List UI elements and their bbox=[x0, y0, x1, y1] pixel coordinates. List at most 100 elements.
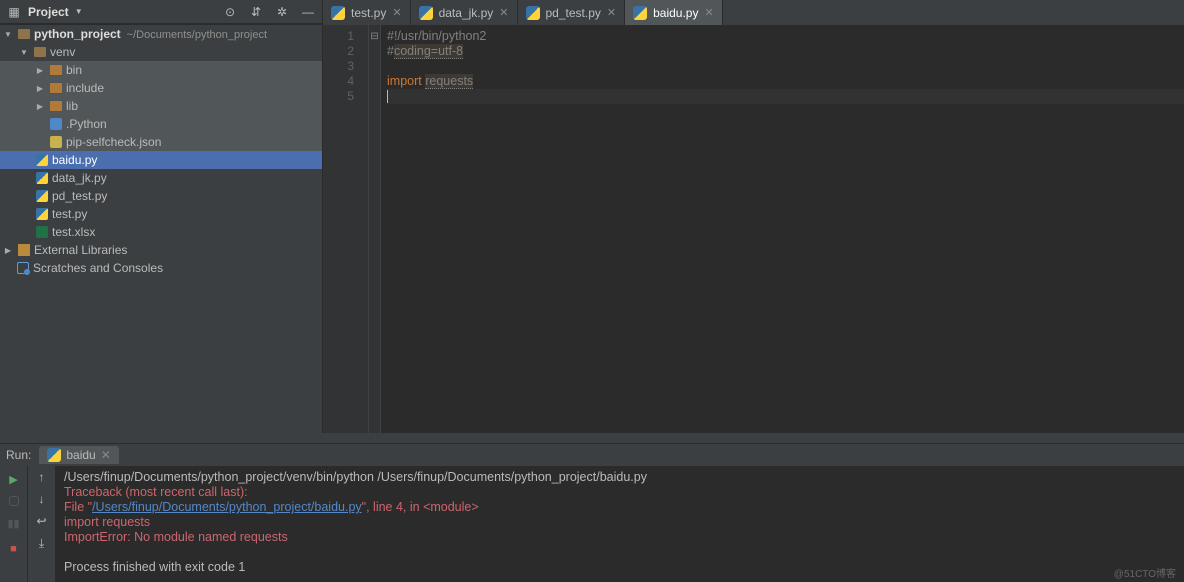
extlib-label: External Libraries bbox=[34, 243, 127, 257]
collapse-icon[interactable]: ⇵ bbox=[248, 4, 264, 20]
close-icon[interactable]: ✕ bbox=[101, 448, 111, 462]
locate-icon[interactable]: ⊙ bbox=[222, 4, 238, 20]
traceback-link[interactable]: /Users/finup/Documents/python_project/ba… bbox=[92, 500, 362, 514]
console-line: Traceback (most recent call last): bbox=[64, 485, 1176, 500]
tree-baidu[interactable]: baidu.py bbox=[0, 151, 322, 169]
xlsx-label: test.xlsx bbox=[52, 225, 95, 239]
run-tool-window: Run: baidu ✕ ▶ ▮▮ ■ ↑ ↓ ↩ ⤓ /Users/finup… bbox=[0, 443, 1184, 582]
line-number: 5 bbox=[323, 89, 354, 104]
close-button[interactable]: ■ bbox=[5, 540, 23, 558]
scroll-end-icon[interactable]: ⤓ bbox=[39, 536, 44, 551]
tree-external-libs[interactable]: ▶ External Libraries bbox=[0, 241, 322, 259]
tab-test[interactable]: test.py ✕ bbox=[323, 0, 411, 25]
tree-dotpython[interactable]: .Python bbox=[0, 115, 322, 133]
project-tool-header: ▦ Project ▼ ⊙ ⇵ ✲ — bbox=[0, 0, 323, 24]
run-tab[interactable]: baidu ✕ bbox=[39, 446, 118, 464]
console-line: File "/Users/finup/Documents/python_proj… bbox=[64, 500, 1176, 515]
tab-pd-test[interactable]: pd_test.py✕ bbox=[518, 0, 626, 25]
code-module: requests bbox=[425, 74, 473, 89]
folder-icon bbox=[18, 29, 30, 39]
code-kw-import: import bbox=[387, 74, 422, 88]
rerun-button[interactable]: ▶ bbox=[5, 470, 23, 488]
folder-icon bbox=[50, 65, 62, 75]
folder-icon bbox=[50, 101, 62, 111]
expander-icon[interactable]: ▼ bbox=[18, 48, 30, 57]
tab-baidu[interactable]: baidu.py ✕ bbox=[625, 0, 723, 25]
run-actions-2: ↑ ↓ ↩ ⤓ bbox=[28, 466, 56, 582]
console-line: import requests bbox=[64, 515, 1176, 530]
chevron-down-icon[interactable]: ▼ bbox=[75, 7, 83, 16]
splitter[interactable] bbox=[0, 433, 1184, 443]
tree-xlsx[interactable]: test.xlsx bbox=[0, 223, 322, 241]
expander-icon[interactable]: ▶ bbox=[34, 66, 46, 75]
scratches-icon bbox=[17, 262, 29, 274]
tree-root[interactable]: ▼ python_project~/Documents/python_proje… bbox=[0, 25, 322, 43]
close-icon[interactable]: ✕ bbox=[392, 6, 401, 19]
editor-gutter: 1 2 3 4 5 bbox=[323, 25, 369, 433]
python-file-icon bbox=[36, 190, 48, 202]
tree-data-jk[interactable]: data_jk.py bbox=[0, 169, 322, 187]
pipself-label: pip-selfcheck.json bbox=[66, 135, 161, 149]
gear-icon[interactable]: ✲ bbox=[274, 4, 290, 20]
root-path: ~/Documents/python_project bbox=[127, 29, 267, 41]
run-console[interactable]: /Users/finup/Documents/python_project/ve… bbox=[56, 466, 1184, 582]
file-icon bbox=[50, 136, 62, 148]
tree-scratches[interactable]: Scratches and Consoles bbox=[0, 259, 322, 277]
close-icon[interactable]: ✕ bbox=[607, 6, 616, 19]
line-number: 3 bbox=[323, 59, 354, 74]
tree-pipself[interactable]: pip-selfcheck.json bbox=[0, 133, 322, 151]
stop-button[interactable] bbox=[9, 496, 19, 506]
tab-data-jk[interactable]: data_jk.py ✕ bbox=[411, 0, 518, 25]
minimize-icon[interactable]: — bbox=[300, 4, 316, 20]
python-icon bbox=[633, 6, 647, 20]
line-number: 2 bbox=[323, 44, 354, 59]
tab-label: baidu.py bbox=[653, 6, 698, 20]
folder-icon bbox=[34, 47, 46, 57]
lib-label: lib bbox=[66, 99, 78, 113]
tree-lib[interactable]: ▶ lib bbox=[0, 97, 322, 115]
fold-icon[interactable]: ⊟ bbox=[369, 29, 380, 44]
tree-test[interactable]: test.py bbox=[0, 205, 322, 223]
dotpython-label: .Python bbox=[66, 117, 107, 131]
file-icon bbox=[50, 118, 62, 130]
watermark: @51CTO博客 bbox=[1114, 565, 1176, 580]
expander-icon[interactable]: ▶ bbox=[34, 102, 46, 111]
console-line: Process finished with exit code 1 bbox=[64, 560, 1176, 575]
code-shebang: #!/usr/bin/python2 bbox=[387, 29, 486, 43]
tree-pd-test[interactable]: pd_test.py bbox=[0, 187, 322, 205]
close-icon[interactable]: ✕ bbox=[704, 6, 713, 19]
project-icon: ▦ bbox=[6, 4, 22, 20]
baidu-label: baidu.py bbox=[52, 153, 97, 167]
tree-venv[interactable]: ▼ venv bbox=[0, 43, 322, 61]
pause-button[interactable]: ▮▮ bbox=[5, 514, 23, 532]
fold-gutter[interactable]: ⊟ bbox=[369, 25, 381, 433]
bin-label: bin bbox=[66, 63, 82, 77]
line-number: 4 bbox=[323, 74, 354, 89]
wrap-icon[interactable]: ↩ bbox=[36, 514, 46, 528]
pdtest-label: pd_test.py bbox=[52, 189, 107, 203]
library-icon bbox=[18, 244, 30, 256]
python-file-icon bbox=[36, 208, 48, 220]
code-area[interactable]: #!/usr/bin/python2 #coding=utf-8 import … bbox=[381, 25, 1184, 433]
line-number: 1 bbox=[323, 29, 354, 44]
code-editor[interactable]: 1 2 3 4 5 ⊟ #!/usr/bin/python2 #coding=u… bbox=[323, 25, 1184, 433]
expander-icon[interactable]: ▶ bbox=[34, 84, 46, 93]
down-icon[interactable]: ↓ bbox=[39, 492, 45, 506]
tree-bin[interactable]: ▶ bin bbox=[0, 61, 322, 79]
venv-label: venv bbox=[50, 45, 75, 59]
python-file-icon bbox=[36, 154, 48, 166]
console-line: /Users/finup/Documents/python_project/ve… bbox=[64, 470, 1176, 485]
expander-icon[interactable]: ▼ bbox=[2, 30, 14, 39]
expander-icon[interactable]: ▶ bbox=[2, 246, 14, 255]
tab-label: data_jk.py bbox=[439, 6, 494, 20]
up-icon[interactable]: ↑ bbox=[39, 470, 45, 484]
code-coding: coding=utf-8 bbox=[394, 44, 463, 59]
project-tree[interactable]: ▼ python_project~/Documents/python_proje… bbox=[0, 25, 323, 433]
tree-include[interactable]: ▶ include bbox=[0, 79, 322, 97]
close-icon[interactable]: ✕ bbox=[499, 6, 508, 19]
tab-label: test.py bbox=[351, 6, 386, 20]
test-label: test.py bbox=[52, 207, 87, 221]
project-tool-title: Project bbox=[28, 5, 69, 19]
python-icon bbox=[331, 6, 345, 20]
datajk-label: data_jk.py bbox=[52, 171, 107, 185]
